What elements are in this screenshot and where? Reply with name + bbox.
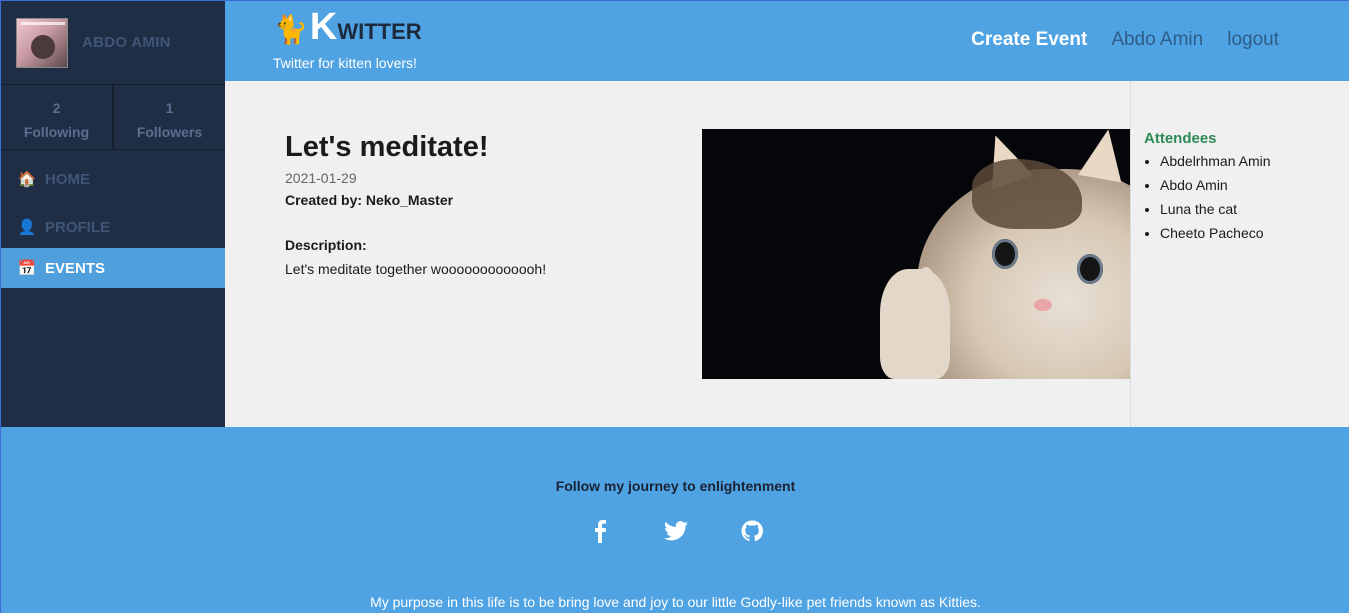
cat-eye — [1077, 254, 1103, 284]
list-item: Abdo Amin — [1160, 173, 1271, 197]
sidebar: ABDO AMIN 2 Following 1 Followers 🏠 HOME… — [0, 0, 225, 427]
footer: Follow my journey to enlightenment My pu… — [0, 427, 1349, 613]
user-profile-link[interactable]: Abdo Amin — [1111, 29, 1203, 51]
social-links — [1, 519, 1349, 543]
followers-label: Followers — [136, 124, 203, 140]
sidebar-item-label: PROFILE — [45, 218, 111, 236]
description-text: Let's meditate together wooooooooooooh! — [285, 261, 547, 277]
avatar-caption — [21, 21, 65, 25]
calendar-icon: 📅 — [17, 260, 37, 277]
sidebar-item-label: HOME — [45, 170, 90, 188]
followers-count: 1 — [165, 100, 174, 116]
sidebar-item-profile[interactable]: 👤 PROFILE — [1, 206, 225, 248]
list-item: Cheeto Pacheco — [1160, 221, 1271, 245]
list-item: Luna the cat — [1160, 197, 1271, 221]
logout-link[interactable]: logout — [1227, 29, 1279, 51]
brand[interactable]: 🐈 K WITTER Twitter for kitten lovers! — [273, 7, 422, 71]
twitter-icon[interactable] — [663, 519, 688, 543]
event-image — [702, 129, 1130, 379]
event-title: Let's meditate! — [285, 131, 489, 163]
event-detail: Let's meditate! 2021-01-29 Created by: N… — [225, 81, 1130, 427]
avatar[interactable] — [16, 17, 68, 68]
sidebar-user-name[interactable]: ABDO AMIN — [82, 34, 171, 51]
top-nav: Create Event Abdo Amin logout — [971, 29, 1279, 51]
event-creator: Created by: Neko_Master — [285, 192, 454, 208]
follow-stats: 2 Following 1 Followers — [1, 85, 225, 150]
attendees-list: Abdelrhman Amin Abdo Amin Luna the cat C… — [1160, 149, 1271, 245]
user-icon: 👤 — [17, 219, 37, 236]
kitten-logo-icon: 🐈 — [273, 14, 308, 45]
footer-title: Follow my journey to enlightenment — [555, 478, 796, 494]
github-icon[interactable] — [740, 519, 764, 543]
tagline: Twitter for kitten lovers! — [273, 55, 417, 71]
list-item: Abdelrhman Amin — [1160, 149, 1271, 173]
sidebar-item-home[interactable]: 🏠 HOME — [1, 158, 225, 200]
sidebar-item-events[interactable]: 📅 EVENTS — [1, 248, 225, 288]
following-count: 2 — [52, 100, 61, 116]
event-date: 2021-01-29 — [285, 170, 357, 186]
footer-text: My purpose in this life is to be bring l… — [370, 594, 981, 610]
following-label: Following — [23, 124, 90, 140]
facebook-icon[interactable] — [588, 519, 612, 543]
brand-initial: K — [309, 6, 338, 48]
attendees-panel: Attendees Abdelrhman Amin Abdo Amin Luna… — [1130, 81, 1349, 427]
cat-nose — [1034, 299, 1052, 311]
brand-name: WITTER — [337, 19, 422, 44]
following-stat[interactable]: 2 Following — [1, 85, 112, 149]
sidebar-user[interactable]: ABDO AMIN — [1, 1, 225, 85]
cat-ear — [1077, 129, 1130, 183]
sidebar-nav: 🏠 HOME 👤 PROFILE 📅 EVENTS — [1, 158, 225, 288]
create-event-link[interactable]: Create Event — [971, 29, 1087, 51]
followers-stat[interactable]: 1 Followers — [112, 85, 225, 149]
sidebar-item-label: EVENTS — [45, 259, 106, 277]
house-icon: 🏠 — [17, 171, 37, 188]
cat-thumb — [915, 267, 937, 317]
attendees-title: Attendees — [1144, 130, 1217, 147]
description-label: Description: — [285, 237, 367, 253]
cat-eye — [992, 239, 1018, 269]
top-header: 🐈 K WITTER Twitter for kitten lovers! Cr… — [225, 0, 1349, 81]
